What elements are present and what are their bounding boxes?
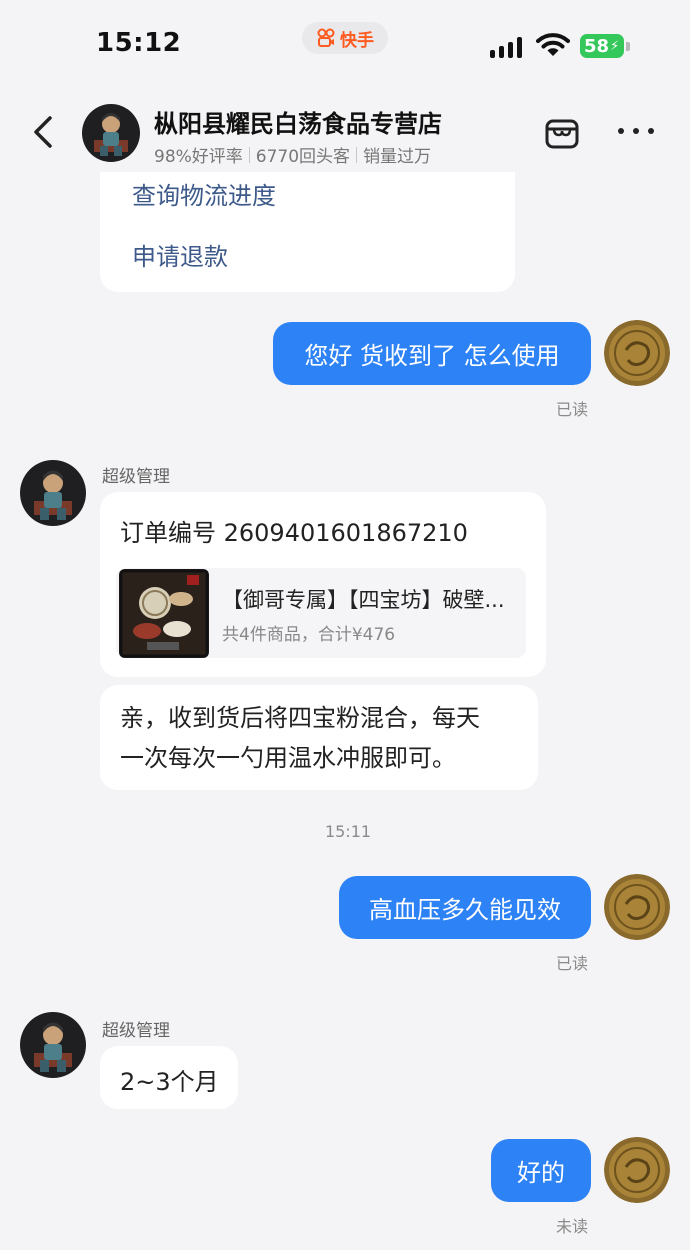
divider: [248, 146, 250, 163]
coin-avatar-icon: [604, 320, 670, 386]
wifi-icon: [536, 33, 570, 56]
sender-name: 超级管理: [102, 467, 170, 487]
outgoing-message[interactable]: 您好 货收到了 怎么使用: [273, 322, 591, 385]
message-text-line: 一次每次一勺用温水冲服即可。: [120, 744, 456, 772]
product-thumbnail[interactable]: [119, 569, 209, 658]
store-icon[interactable]: [544, 116, 580, 152]
request-refund-link[interactable]: 申请退款: [132, 237, 228, 272]
message-timestamp: 15:11: [325, 822, 372, 841]
unread-status: 未读: [556, 1217, 589, 1236]
user-avatar[interactable]: [604, 320, 670, 386]
divider: [356, 146, 358, 163]
seller-avatar[interactable]: [20, 460, 86, 526]
message-text: 2~3个月: [120, 1068, 219, 1096]
user-avatar[interactable]: [604, 1137, 670, 1203]
user-avatar[interactable]: [604, 874, 670, 940]
battery-cap: [626, 42, 630, 51]
more-options-icon[interactable]: [618, 128, 654, 138]
coin-avatar-icon: [604, 874, 670, 940]
read-status: 已读: [556, 954, 589, 973]
track-logistics-link[interactable]: 查询物流进度: [132, 176, 276, 211]
charging-bolt-icon: ⚡: [610, 38, 620, 54]
shop-name[interactable]: 枞阳县耀民白荡食品专营店: [154, 104, 442, 139]
kuaishou-logo-icon: [317, 28, 335, 47]
status-time: 15:12: [96, 28, 182, 58]
coin-avatar-icon: [604, 1137, 670, 1203]
battery-level: 58: [584, 35, 610, 57]
shop-avatar[interactable]: [82, 104, 140, 162]
back-arrow-icon[interactable]: [26, 112, 62, 152]
shop-stats: 98%好评率 6770回头客 销量过万: [154, 142, 431, 167]
outgoing-message[interactable]: 高血压多久能见效: [339, 876, 591, 939]
message-text-line: 亲，收到货后将四宝粉混合，每天: [120, 704, 480, 732]
sender-name: 超级管理: [102, 1021, 170, 1041]
cellular-signal-icon: [490, 36, 522, 58]
read-status: 已读: [556, 400, 589, 419]
order-number: 订单编号 2609401601867210: [120, 519, 468, 547]
app-indicator-pill[interactable]: 快手: [302, 22, 388, 54]
product-title: 【御哥专属】【四宝坊】破壁...: [222, 588, 505, 612]
good-rate: 98%好评率: [154, 147, 243, 167]
battery-icon: 58 ⚡: [580, 34, 624, 58]
sales-volume: 销量过万: [363, 147, 432, 167]
figurine-avatar-icon: [82, 104, 140, 162]
repeat-customers: 6770回头客: [255, 147, 351, 167]
app-name: 快手: [340, 30, 374, 51]
seller-avatar[interactable]: [20, 1012, 86, 1078]
outgoing-message[interactable]: 好的: [491, 1139, 591, 1202]
product-image-icon: [119, 569, 209, 658]
product-summary: 共4件商品，合计¥476: [222, 625, 396, 645]
figurine-avatar-icon: [20, 1012, 86, 1078]
figurine-avatar-icon: [20, 460, 86, 526]
